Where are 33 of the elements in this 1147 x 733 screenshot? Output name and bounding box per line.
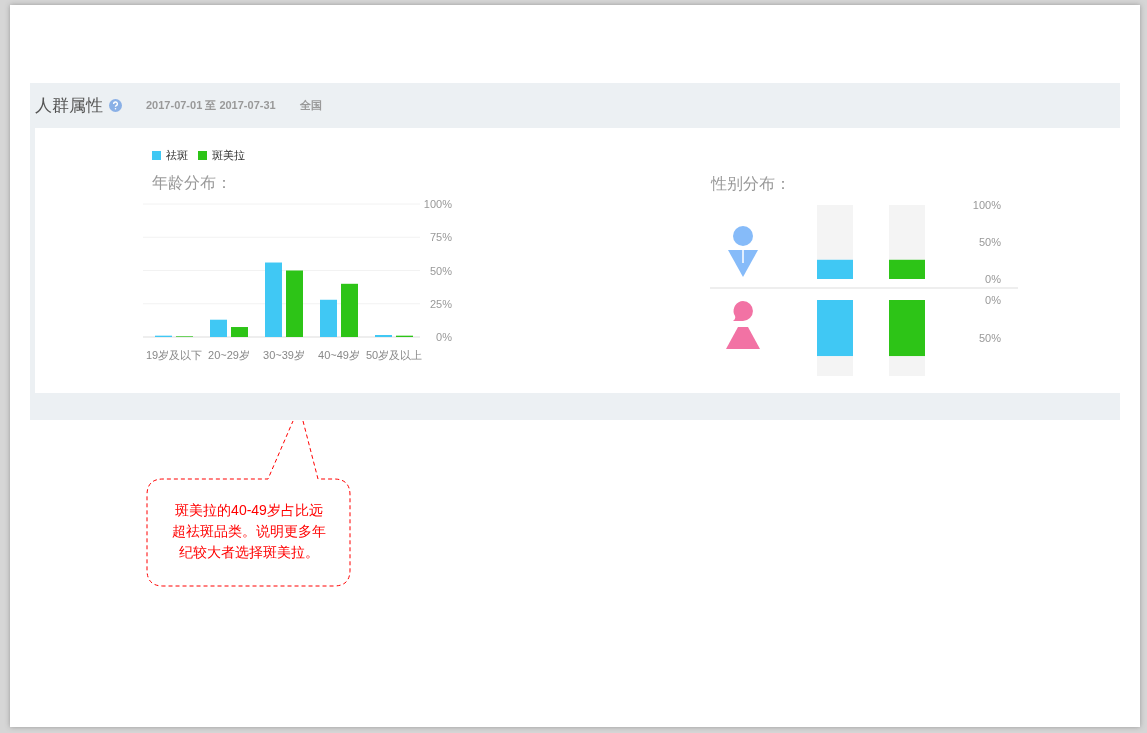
x-tick-label: 40~49岁 [318,349,360,361]
panel-title: 人群属性 [35,95,103,117]
callout-text: 斑美拉的40-49岁占比远超祛斑品类。说明更多年纪较大者选择斑美拉。 [171,501,327,562]
x-tick-label: 19岁及以下 [145,349,203,361]
y-tick-label: 25% [429,297,452,310]
y-tick-label: 0% [985,273,1001,285]
bar [341,283,358,337]
y-tick-label: 100% [972,199,1001,211]
y-tick-label: 100% [423,198,452,210]
legend-label: 斑美拉 [212,147,245,163]
bar-track [889,356,925,376]
y-tick-label: 50% [978,332,1001,344]
x-tick-label: 50岁及以上 [365,349,423,361]
y-tick-label: 50% [429,264,452,277]
y-tick-label: 0% [985,294,1001,306]
bar [210,319,227,337]
y-tick-label: 75% [429,231,452,244]
chart-title: 性别分布： [711,174,792,194]
region-label: 全国 [299,98,322,113]
bar [231,327,248,337]
x-tick-label: 30~39岁 [263,349,305,361]
help-icon[interactable] [109,99,122,112]
bar [286,270,303,337]
y-tick-label: 0% [436,331,452,343]
male-icon [728,226,758,277]
date-range: 2017-07-01 至 2017-07-31 [146,98,276,113]
x-tick-label: 20~29岁 [208,349,250,361]
y-tick-label: 50% [978,236,1001,248]
bar [320,299,337,337]
legend-label: 祛斑 [166,147,188,163]
female-icon [726,301,760,349]
bar-track [817,356,853,376]
chart-title: 年龄分布： [152,173,233,193]
